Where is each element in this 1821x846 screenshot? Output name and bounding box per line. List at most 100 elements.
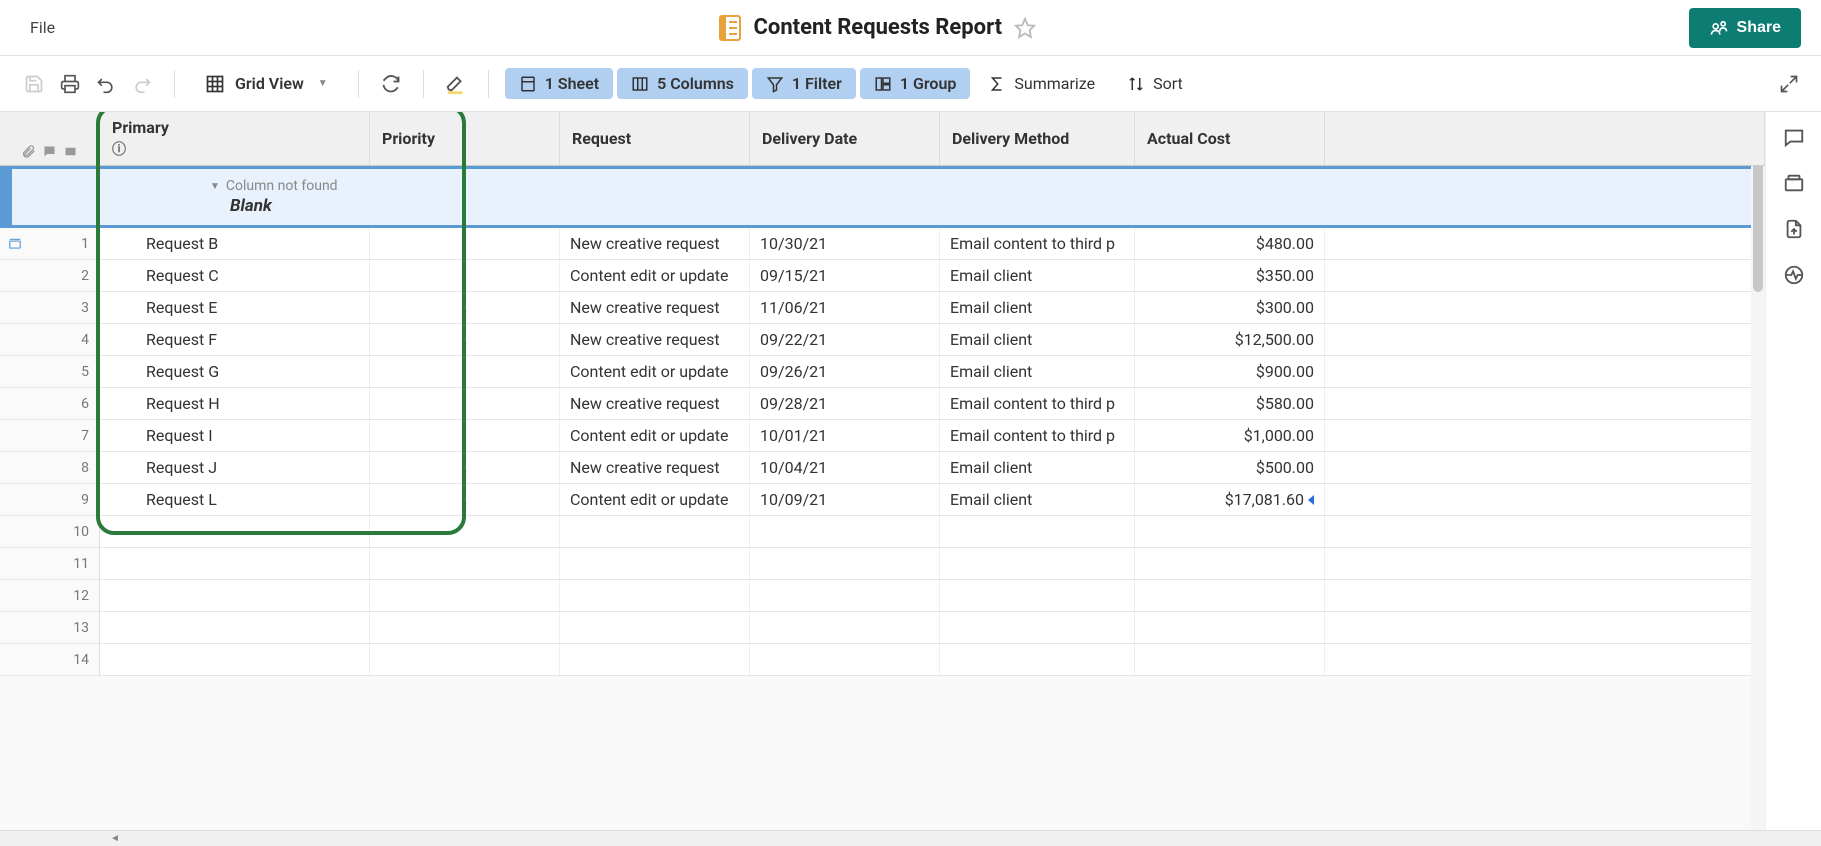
row-number[interactable]: 12 (0, 580, 100, 611)
file-menu[interactable]: File (20, 12, 65, 43)
table-row-empty[interactable]: 13 (0, 612, 1765, 644)
cell-empty[interactable] (750, 580, 940, 611)
row-number[interactable]: 13 (0, 612, 100, 643)
cell-delivery-method[interactable]: Email client (940, 452, 1135, 483)
table-row[interactable]: 1Request B!New creative request10/30/21E… (0, 228, 1765, 260)
collapse-triangle-icon[interactable]: ▼ (210, 181, 220, 192)
table-row-empty[interactable]: 10 (0, 516, 1765, 548)
cell-empty[interactable] (1325, 644, 1765, 675)
cell-empty[interactable] (940, 580, 1135, 611)
cell-empty[interactable] (560, 580, 750, 611)
cell-delivery-date[interactable]: 09/22/21 (750, 324, 940, 355)
cell-actual-cost[interactable]: $900.00 (1135, 356, 1325, 387)
columns-pill[interactable]: 5 Columns (617, 68, 748, 99)
row-number[interactable]: 2 (0, 260, 100, 291)
cell-empty[interactable] (100, 612, 370, 643)
cell-actual-cost[interactable]: $500.00 (1135, 452, 1325, 483)
cell-empty[interactable] (1135, 548, 1325, 579)
activity-log-icon[interactable] (1783, 264, 1805, 286)
cell-delivery-method[interactable]: Email client (940, 260, 1135, 291)
cell-empty[interactable] (1135, 612, 1325, 643)
cell-request[interactable]: New creative request (560, 228, 750, 259)
publish-icon[interactable] (1783, 218, 1805, 240)
summarize-pill[interactable]: Summarize (974, 68, 1109, 99)
favorite-star-icon[interactable] (1014, 17, 1036, 39)
cell-primary[interactable]: Request H (100, 388, 370, 419)
sheet-area[interactable]: Primary ⓘ Priority Request Delivery Date… (0, 112, 1765, 830)
cell-primary[interactable]: Request I (100, 420, 370, 451)
scroll-left-icon[interactable]: ◄ (110, 833, 120, 844)
highlighter-icon[interactable] (440, 68, 472, 100)
cell-empty[interactable] (370, 548, 560, 579)
group-row[interactable]: ▼ Column not found Blank (0, 166, 1765, 228)
table-row-empty[interactable]: 14 (0, 644, 1765, 676)
row-number[interactable]: 7 (0, 420, 100, 451)
column-header-priority[interactable]: Priority (370, 112, 560, 165)
row-number[interactable]: 5 (0, 356, 100, 387)
cell-empty[interactable] (750, 644, 940, 675)
cell-empty[interactable] (1325, 580, 1765, 611)
cell-empty[interactable] (1135, 580, 1325, 611)
cell-delivery-date[interactable]: 11/06/21 (750, 292, 940, 323)
row-number[interactable]: 14 (0, 644, 100, 675)
cell-delivery-method[interactable]: Email client (940, 324, 1135, 355)
refresh-icon[interactable] (375, 68, 407, 100)
cell-primary[interactable]: Request F (100, 324, 370, 355)
cell-empty[interactable] (100, 516, 370, 547)
cell-delivery-date[interactable]: 10/01/21 (750, 420, 940, 451)
save-icon[interactable] (18, 68, 50, 100)
cell-empty[interactable] (1325, 516, 1765, 547)
filter-pill[interactable]: 1 Filter (752, 68, 856, 99)
cell-primary[interactable]: Request E (100, 292, 370, 323)
cell-empty[interactable] (1135, 516, 1325, 547)
cell-empty[interactable] (750, 516, 940, 547)
column-header-primary[interactable]: Primary ⓘ (100, 112, 370, 165)
undo-icon[interactable] (90, 68, 122, 100)
column-header-actual-cost[interactable]: Actual Cost (1135, 112, 1325, 165)
cell-empty[interactable] (750, 548, 940, 579)
cell-empty[interactable] (560, 548, 750, 579)
table-row[interactable]: 4Request F↓New creative request09/22/21E… (0, 324, 1765, 356)
sort-pill[interactable]: Sort (1113, 68, 1197, 99)
cell-delivery-date[interactable]: 09/26/21 (750, 356, 940, 387)
cell-empty[interactable] (370, 612, 560, 643)
cell-delivery-date[interactable]: 09/28/21 (750, 388, 940, 419)
row-number[interactable]: 8 (0, 452, 100, 483)
cell-empty[interactable] (560, 644, 750, 675)
cell-actual-cost[interactable]: $350.00 (1135, 260, 1325, 291)
cell-priority[interactable]: ↓ (370, 292, 560, 323)
row-number[interactable]: 10 (0, 516, 100, 547)
cell-request[interactable]: New creative request (560, 388, 750, 419)
table-row-empty[interactable]: 12 (0, 580, 1765, 612)
cell-priority[interactable]: ! (370, 356, 560, 387)
cell-priority[interactable]: ! (370, 420, 560, 451)
cell-request[interactable]: New creative request (560, 452, 750, 483)
share-button[interactable]: Share (1689, 8, 1801, 48)
expand-icon[interactable] (1775, 70, 1803, 98)
cell-empty[interactable] (1325, 612, 1765, 643)
cell-delivery-method[interactable]: Email client (940, 356, 1135, 387)
cell-delivery-method[interactable]: Email client (940, 292, 1135, 323)
cell-delivery-date[interactable]: 10/30/21 (750, 228, 940, 259)
cell-empty[interactable] (370, 516, 560, 547)
column-header-request[interactable]: Request (560, 112, 750, 165)
conversations-icon[interactable] (1783, 126, 1805, 148)
row-number[interactable]: 6 (0, 388, 100, 419)
cell-request[interactable]: Content edit or update (560, 260, 750, 291)
cell-empty[interactable] (370, 644, 560, 675)
cell-priority[interactable]: ↓ (370, 324, 560, 355)
table-row[interactable]: 7Request I!Content edit or update10/01/2… (0, 420, 1765, 452)
row-number[interactable]: 4 (0, 324, 100, 355)
cell-primary[interactable]: Request J (100, 452, 370, 483)
cell-empty[interactable] (1325, 548, 1765, 579)
row-number[interactable]: 11 (0, 548, 100, 579)
table-row[interactable]: 9Request L↓Content edit or update10/09/2… (0, 484, 1765, 516)
horizontal-scrollbar[interactable]: ◄ (0, 830, 1821, 846)
cell-actual-cost[interactable]: $580.00 (1135, 388, 1325, 419)
cell-empty[interactable] (370, 580, 560, 611)
cell-primary[interactable]: Request C (100, 260, 370, 291)
row-card-icon[interactable] (8, 237, 22, 251)
cell-actual-cost[interactable]: $12,500.00 (1135, 324, 1325, 355)
row-number[interactable]: 1 (0, 228, 100, 259)
cell-request[interactable]: Content edit or update (560, 484, 750, 515)
